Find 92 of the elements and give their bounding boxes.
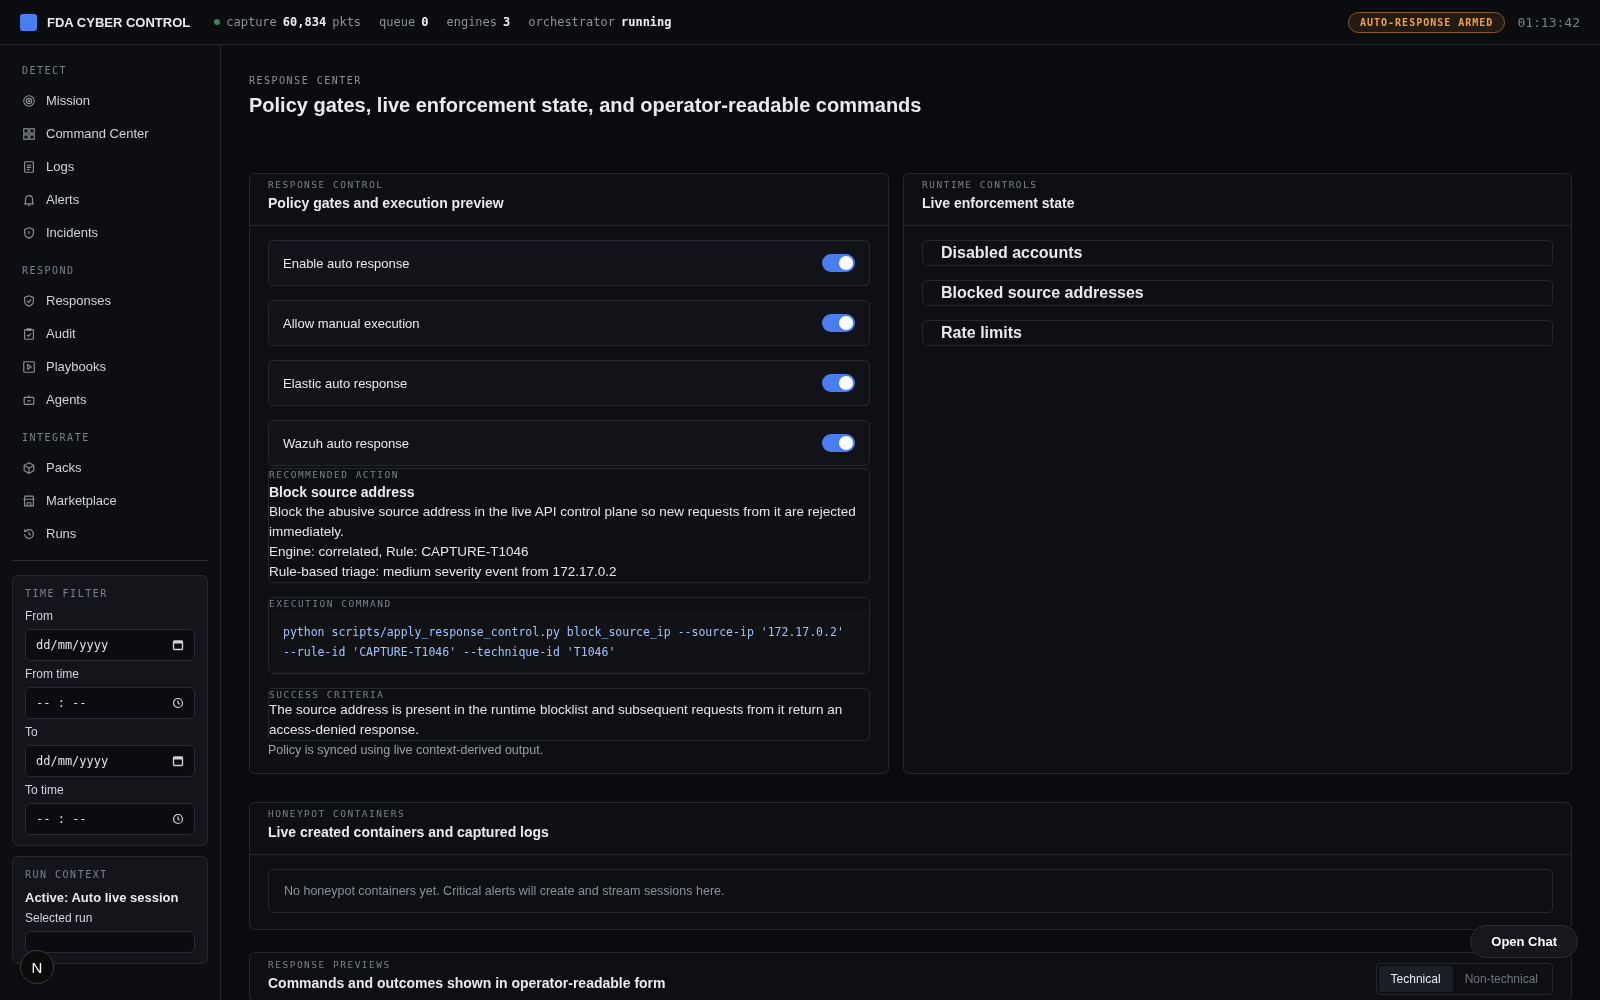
mode-tab[interactable]: Non-technical — [1452, 966, 1550, 992]
page-eyebrow: RESPONSE CENTER — [249, 75, 363, 86]
clock-icon — [172, 813, 184, 825]
stat-label: orchestrator — [528, 15, 615, 29]
card-eyebrow: SUCCESS CRITERIA — [269, 689, 386, 700]
panel-eyebrow: RESPONSE CONTROL — [268, 179, 385, 190]
toggle-label: Allow manual execution — [283, 315, 420, 331]
nav-item[interactable]: Packs — [12, 451, 208, 484]
clipboard-icon — [22, 326, 36, 341]
expandable-group[interactable]: Blocked source addresses — [922, 280, 1553, 306]
action-detail: Engine: correlated, Rule: CAPTURE-T1046 — [269, 543, 530, 561]
toggle-switch[interactable] — [822, 314, 855, 332]
section-title: DETECT — [21, 64, 69, 78]
select-field[interactable] — [25, 931, 195, 953]
brand-name: FDA CYBER CONTROL — [47, 14, 191, 30]
nav-item[interactable]: Mission — [12, 84, 208, 117]
bell-icon — [22, 192, 36, 207]
nav-item[interactable]: Runs — [12, 517, 208, 550]
nav-item[interactable]: Audit — [12, 317, 208, 350]
section-title: INTEGRATE — [21, 431, 91, 445]
stat-label: engines — [446, 15, 498, 29]
field-label: To — [25, 725, 39, 739]
nav-item[interactable]: Playbooks — [12, 350, 208, 383]
play-icon — [22, 359, 36, 374]
shield-icon — [22, 225, 36, 240]
stat-value: 3 — [503, 15, 511, 29]
target-icon — [22, 93, 36, 108]
field-label: From time — [25, 667, 80, 681]
logo-icon — [20, 13, 37, 31]
stat-value: 60,834 — [282, 15, 327, 29]
status-badge: AUTO-RESPONSE ARMED — [1348, 11, 1506, 33]
nav-item[interactable]: Logs — [12, 150, 208, 183]
cube-icon — [22, 460, 36, 475]
toggle-label: Enable auto response — [283, 255, 410, 271]
field-label: From — [25, 609, 54, 623]
stat-unit: pkts — [332, 15, 362, 29]
grid-icon — [22, 126, 36, 141]
store-icon — [22, 493, 36, 508]
shield-check-icon — [22, 293, 36, 308]
panel-eyebrow: RESPONSE PREVIEWS — [268, 959, 392, 970]
stat-value: running — [620, 15, 672, 29]
panel-eyebrow: HONEYPOT CONTAINERS — [268, 808, 407, 819]
calendar-icon — [172, 755, 184, 767]
date-field[interactable]: dd/mm/yyyy — [25, 629, 195, 661]
panel-title: Live created containers and captured logs — [268, 824, 550, 840]
toggle-label: Elastic auto response — [283, 375, 408, 391]
stat-value: 0 — [421, 15, 429, 29]
action-detail: Block the abusive source address in the live API control plane so new requests from it are rejected immediately. — [269, 503, 857, 541]
criteria-text: The source address is present in the runtime blocklist and subsequent requests from it return an access-denied response. — [269, 701, 844, 739]
panel-title: Policy gates and execution preview — [268, 195, 505, 211]
panel-title: Live enforcement state — [922, 195, 1076, 211]
nav-item[interactable]: Marketplace — [12, 484, 208, 517]
panel-title: TIME FILTER — [25, 588, 109, 599]
active-run: Active: Auto live session — [25, 890, 180, 905]
calendar-icon — [172, 639, 184, 651]
expandable-group[interactable]: Disabled accounts — [922, 240, 1553, 266]
panel-title: Commands and outcomes shown in operator-readable form — [268, 975, 666, 991]
time-field[interactable]: -- : -- — [25, 803, 195, 835]
page-title: Policy gates, live enforcement state, and operator-readable commands — [249, 94, 923, 117]
card-eyebrow: EXECUTION COMMAND — [269, 598, 393, 609]
mode-tab[interactable]: Technical — [1378, 966, 1453, 992]
expandable-group[interactable]: Rate limits — [922, 320, 1553, 346]
toggle-switch[interactable] — [822, 254, 855, 272]
time-field[interactable]: -- : -- — [25, 687, 195, 719]
empty-state: No honeypot containers yet. Critical alerts will create and stream sessions here. — [268, 869, 1553, 913]
field-label: To time — [25, 783, 65, 797]
history-icon — [22, 526, 36, 541]
toggle-label: Wazuh auto response — [283, 435, 409, 451]
card-eyebrow: RECOMMENDED ACTION — [269, 469, 400, 480]
nav-item[interactable]: Incidents — [12, 216, 208, 249]
section-title: RESPOND — [21, 264, 76, 278]
field-label: Selected run — [25, 911, 94, 925]
sync-note: Policy is synced using live context-derived output. — [268, 743, 545, 757]
dev-indicator-button[interactable]: N — [20, 950, 54, 984]
action-detail: Rule-based triage: medium severity event from 172.17.0.2 — [269, 563, 618, 581]
clock-icon — [172, 697, 184, 709]
open-chat-button[interactable]: Open Chat — [1470, 925, 1578, 958]
document-icon — [22, 159, 36, 174]
nav-item[interactable]: Responses — [12, 284, 208, 317]
panel-title: RUN CONTEXT — [25, 869, 109, 880]
date-field[interactable]: dd/mm/yyyy — [25, 745, 195, 777]
clock: 01:13:42 — [1517, 14, 1580, 30]
action-title: Block source address — [269, 484, 416, 500]
nav-item[interactable]: Agents — [12, 383, 208, 416]
toggle-switch[interactable] — [822, 434, 855, 452]
robot-icon — [22, 392, 36, 407]
stat-label: capture — [226, 15, 277, 29]
stat-label: queue — [379, 15, 416, 29]
nav-item[interactable]: Alerts — [12, 183, 208, 216]
nav-item[interactable]: Command Center — [12, 117, 208, 150]
toggle-switch[interactable] — [822, 374, 855, 392]
panel-eyebrow: RUNTIME CONTROLS — [922, 179, 1039, 190]
